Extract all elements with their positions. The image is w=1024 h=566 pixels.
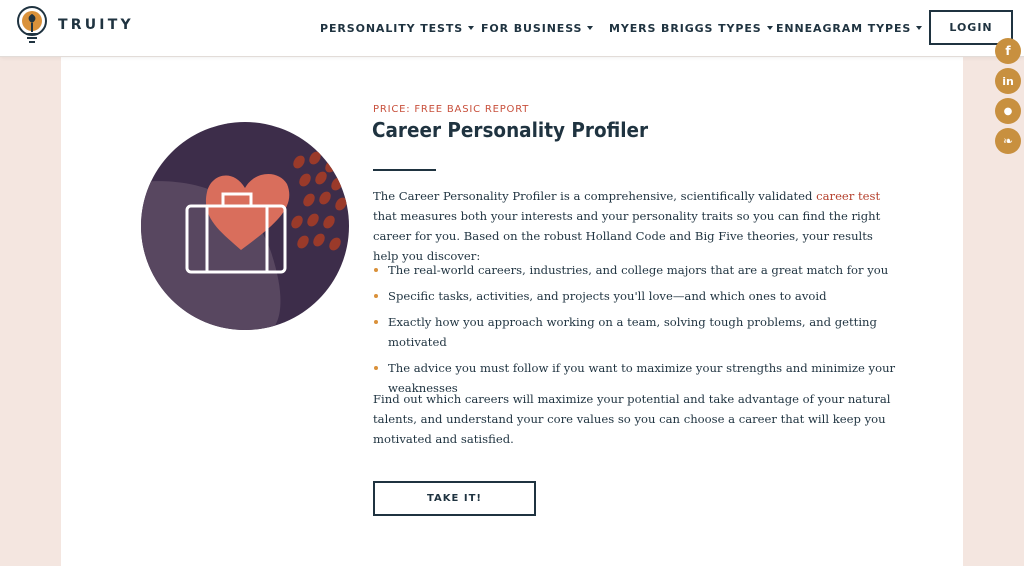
nav-label: FOR BUSINESS: [481, 22, 583, 35]
list-item: Exactly how you approach working on a te…: [373, 312, 903, 352]
page-title: Career Personality Profiler: [372, 118, 649, 142]
career-briefcase-heart-illustration: [141, 122, 349, 330]
caret-down-icon: [587, 26, 594, 30]
intro-paragraph: The Career Personality Profiler is a com…: [373, 186, 893, 266]
nav-personality-tests[interactable]: PERSONALITY TESTS: [320, 22, 475, 35]
title-divider: [373, 169, 436, 171]
caret-down-icon: [468, 26, 475, 30]
brand-name[interactable]: TRUITY: [58, 17, 134, 33]
career-test-link[interactable]: career test: [816, 189, 880, 203]
truity-logo-icon[interactable]: [15, 6, 51, 48]
list-item: The real-world careers, industries, and …: [373, 260, 903, 280]
caret-down-icon: [916, 26, 923, 30]
benefits-list: The real-world careers, industries, and …: [373, 260, 903, 404]
nav-label: ENNEAGRAM TYPES: [776, 22, 912, 35]
caret-down-icon: [766, 26, 773, 30]
twitter-share-icon[interactable]: ❧: [995, 128, 1021, 154]
list-item: Specific tasks, activities, and projects…: [373, 286, 903, 306]
facebook-share-icon[interactable]: f: [995, 38, 1021, 64]
nav-label: MYERS BRIGGS TYPES: [609, 22, 762, 35]
linkedin-share-icon[interactable]: in: [995, 68, 1021, 94]
price-label: PRICE: FREE BASIC REPORT: [373, 104, 530, 115]
intro-text-before: The Career Personality Profiler is a com…: [373, 189, 817, 203]
reddit-share-icon[interactable]: ●: [995, 98, 1021, 124]
intro-text-after: that measures both your interests and yo…: [373, 209, 881, 263]
outro-paragraph: Find out which careers will maximize you…: [373, 392, 891, 446]
nav-for-business[interactable]: FOR BUSINESS: [481, 22, 594, 35]
nav-myers-briggs-types[interactable]: MYERS BRIGGS TYPES: [609, 22, 773, 35]
site-header: TRUITY PERSONALITY TESTS FOR BUSINESS MY…: [0, 0, 1024, 57]
take-it-button[interactable]: TAKE IT!: [373, 481, 536, 516]
nav-label: PERSONALITY TESTS: [320, 22, 464, 35]
nav-enneagram-types[interactable]: ENNEAGRAM TYPES: [776, 22, 923, 35]
